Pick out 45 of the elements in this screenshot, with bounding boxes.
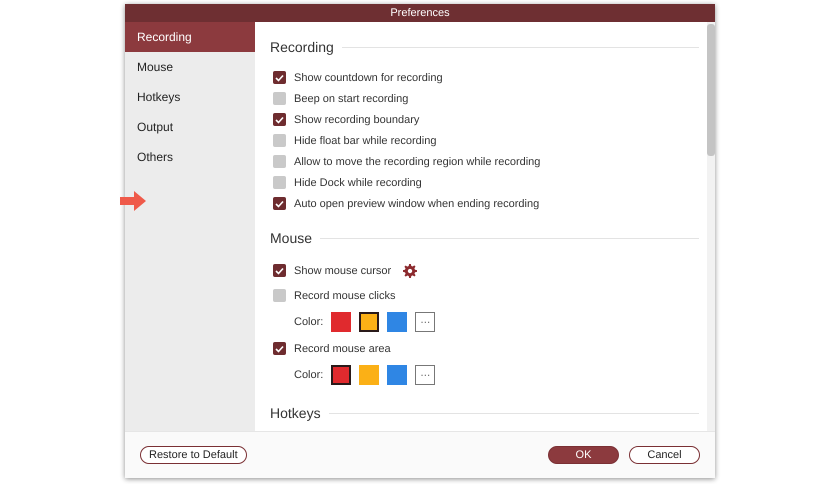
- checkbox[interactable]: [273, 92, 286, 105]
- sidebar-item[interactable]: Output: [125, 112, 255, 142]
- color-swatch[interactable]: [331, 365, 352, 385]
- option-label: Show countdown for recording: [294, 72, 443, 84]
- color-label: Color:: [294, 316, 324, 328]
- dialog-button[interactable]: Cancel: [629, 446, 700, 464]
- color-label: Color:: [294, 369, 324, 381]
- color-swatch[interactable]: [359, 312, 380, 332]
- checkbox[interactable]: [273, 134, 286, 147]
- option-label: Hide float bar while recording: [294, 134, 436, 146]
- checkbox[interactable]: [273, 113, 286, 126]
- checkbox[interactable]: [273, 155, 286, 168]
- section-heading: Hotkeys: [270, 405, 321, 421]
- arrow-icon: [120, 190, 147, 212]
- checkbox[interactable]: [273, 71, 286, 84]
- option-label: Hide Dock while recording: [294, 176, 422, 188]
- color-swatch[interactable]: [359, 365, 380, 385]
- option-label: Record mouse clicks: [294, 290, 396, 302]
- checkbox[interactable]: [273, 176, 286, 189]
- checkbox[interactable]: [273, 264, 286, 277]
- option-label: Allow to move the recording region while recording: [294, 156, 540, 168]
- checkbox[interactable]: [273, 289, 286, 302]
- section-heading: Mouse: [270, 230, 312, 246]
- section-heading: Recording: [270, 39, 334, 55]
- option-label: Beep on start recording: [294, 92, 408, 104]
- scrollbar[interactable]: [707, 22, 715, 431]
- sidebar-item[interactable]: Others: [125, 142, 255, 172]
- option-label: Show recording boundary: [294, 114, 420, 126]
- dialog-button[interactable]: Restore to Default: [140, 446, 247, 464]
- gear-icon[interactable]: [403, 264, 418, 278]
- color-swatch[interactable]: [387, 365, 408, 385]
- color-swatch[interactable]: [331, 312, 352, 332]
- sidebar-item[interactable]: Recording: [125, 22, 255, 52]
- option-label: Record mouse area: [294, 342, 391, 354]
- sidebar-item[interactable]: Mouse: [125, 52, 255, 82]
- more-colors-button[interactable]: ···: [415, 365, 436, 385]
- option-label: Show mouse cursor: [294, 264, 392, 276]
- color-swatch[interactable]: [387, 312, 408, 332]
- option-label: Auto open preview window when ending recording: [294, 198, 540, 210]
- checkbox[interactable]: [273, 342, 286, 355]
- checkbox[interactable]: [273, 197, 286, 210]
- window-title: Preferences: [125, 4, 715, 22]
- ok-button[interactable]: OK: [548, 446, 619, 464]
- more-colors-button[interactable]: ···: [415, 312, 436, 332]
- sidebar-item[interactable]: Hotkeys: [125, 82, 255, 112]
